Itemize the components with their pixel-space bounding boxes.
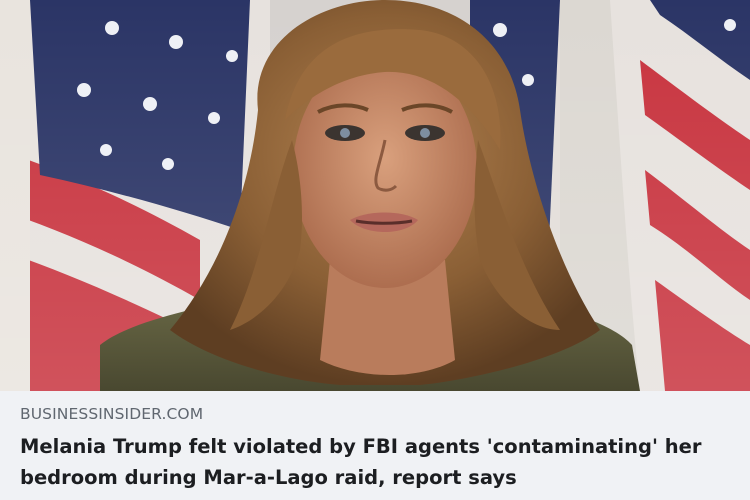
link-preview-card[interactable]: BUSINESSINSIDER.COM Melania Trump felt v… <box>0 0 750 500</box>
preview-image[interactable] <box>0 0 750 391</box>
preview-caption[interactable]: BUSINESSINSIDER.COM Melania Trump felt v… <box>0 391 750 500</box>
portrait-photo <box>0 0 750 391</box>
source-domain: BUSINESSINSIDER.COM <box>20 405 204 423</box>
headline[interactable]: Melania Trump felt violated by FBI agent… <box>20 431 732 493</box>
